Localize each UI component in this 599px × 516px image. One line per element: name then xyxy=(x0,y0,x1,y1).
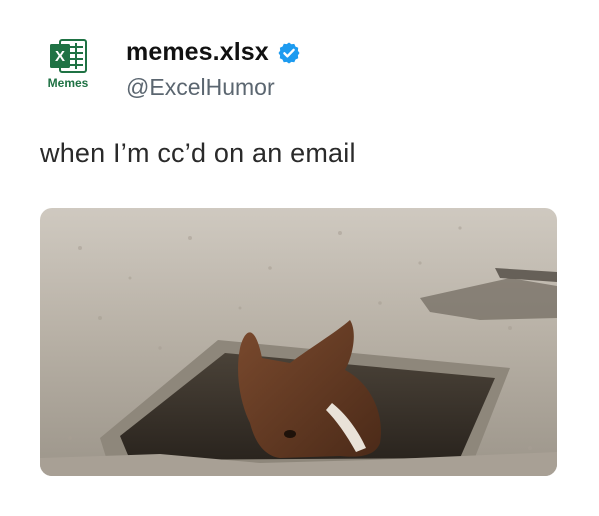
excel-logo-icon: X xyxy=(50,39,87,73)
post-image[interactable] xyxy=(40,208,557,476)
name-row: memes.xlsx xyxy=(126,38,301,67)
excel-logo-letter: X xyxy=(55,48,65,65)
display-name[interactable]: memes.xlsx xyxy=(126,38,269,67)
avatar-caption: Memes xyxy=(47,76,89,90)
user-handle[interactable]: @ExcelHumor xyxy=(126,74,275,101)
avatar[interactable]: X Memes xyxy=(38,38,98,98)
tweet-card: X Memes memes.xlsx @ExcelHumor when I’m … xyxy=(0,0,599,516)
verified-badge-icon xyxy=(278,42,300,63)
post-text: when I’m cc’d on an email xyxy=(40,138,356,168)
horse-peeking-from-manhole-photo xyxy=(40,208,557,476)
